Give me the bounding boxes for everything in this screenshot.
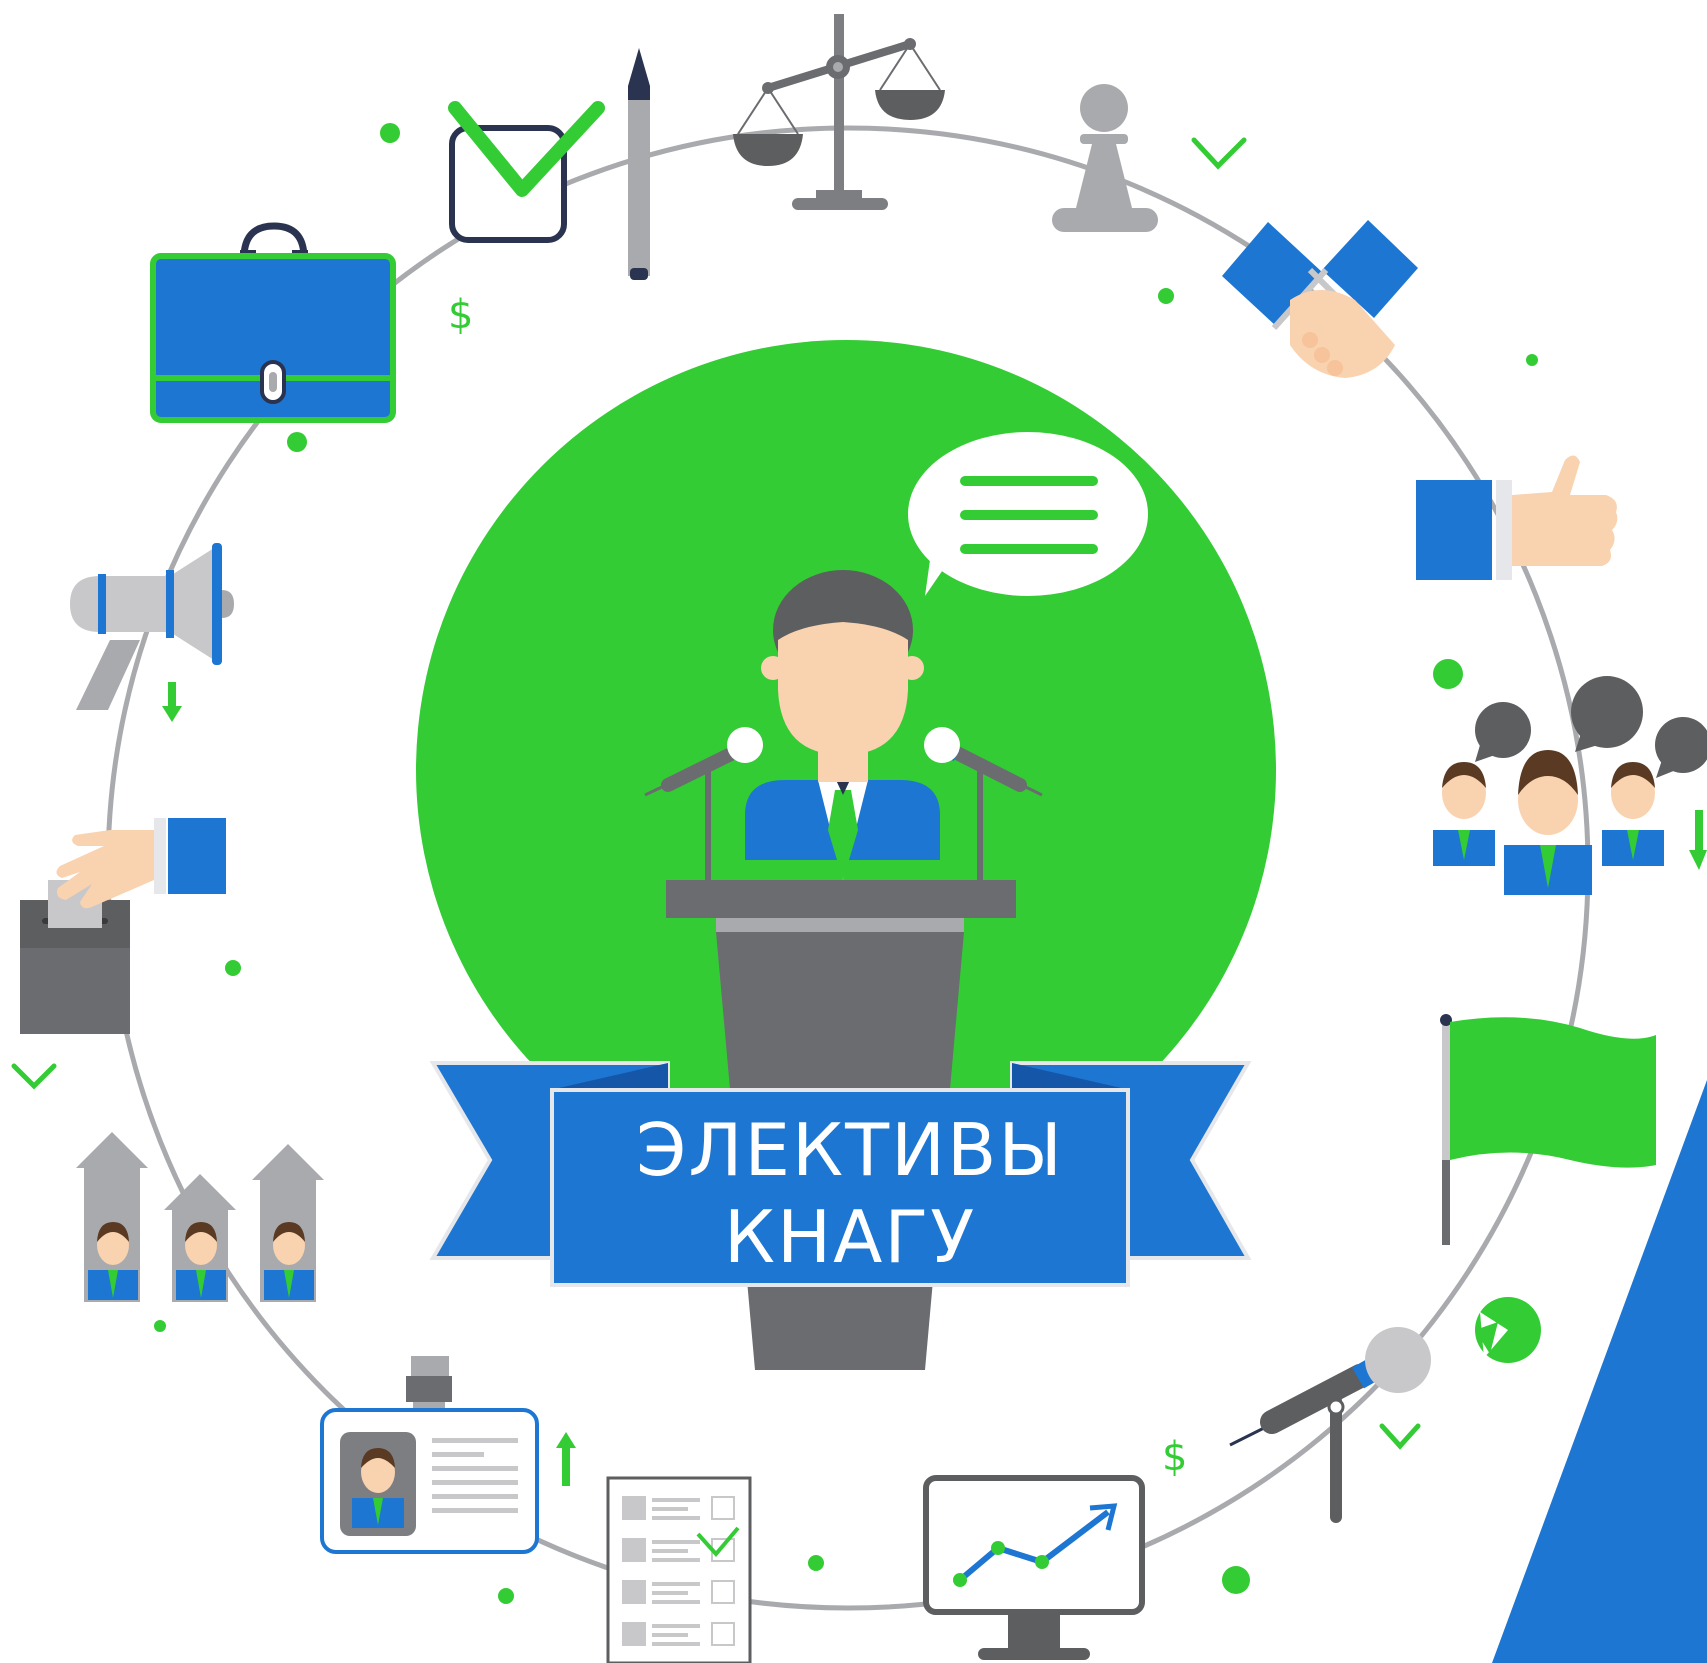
pie-chart-icon (1475, 1297, 1541, 1363)
ballot-box-icon (20, 818, 226, 1034)
scales-icon (733, 14, 945, 210)
dollar-sign-2: $ (1162, 1434, 1187, 1480)
title-ribbon: ЭЛЕКТИВЫ КНАГУ (429, 1061, 1252, 1287)
briefcase-icon (150, 222, 396, 423)
poster-canvas: ЭЛЕКТИВЫ КНАГУ $ $ (0, 0, 1707, 1663)
id-badge-icon (320, 1356, 576, 1554)
check-box-icon (448, 101, 605, 243)
handshake-icon (1222, 220, 1418, 378)
checklist-icon (606, 1476, 752, 1663)
microphone-icon (1229, 1327, 1431, 1523)
flag-icon (1440, 1014, 1656, 1245)
pawn-icon (1052, 84, 1158, 232)
candidates-up-icon (76, 1132, 324, 1302)
dollar-sign-1: $ (448, 292, 473, 338)
thumbs-up-icon (1416, 455, 1618, 580)
pen-icon (628, 48, 650, 280)
speech-bubble-icon (908, 432, 1148, 596)
monitor-chart-icon (923, 1475, 1145, 1660)
megaphone-icon (70, 543, 234, 722)
banner-line-1: ЭЛЕКТИВЫ (636, 1108, 1064, 1192)
banner-line-2: КНАГУ (724, 1195, 976, 1279)
